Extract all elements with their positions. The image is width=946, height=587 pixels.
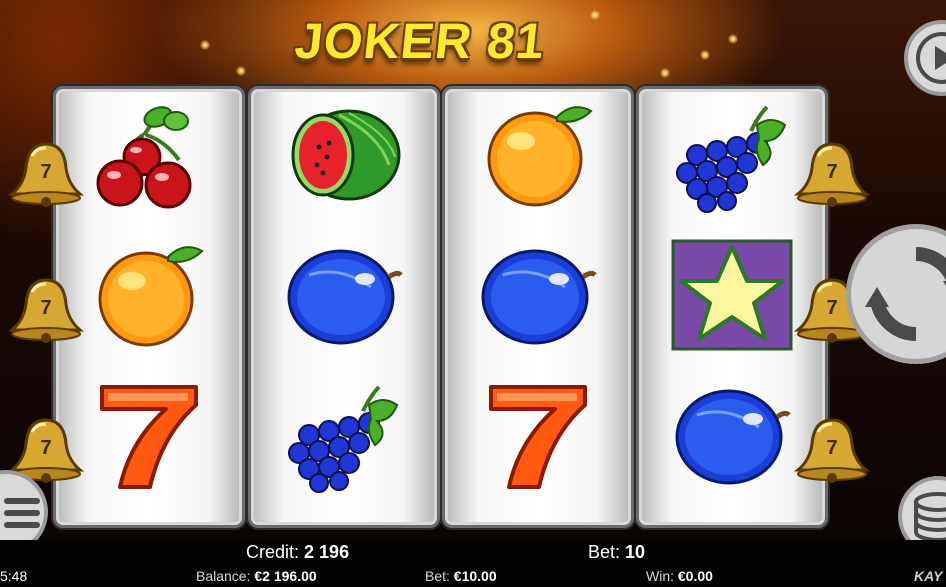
seven-icon (100, 385, 198, 489)
bell-label: 7 (826, 161, 837, 183)
plum-symbol (251, 230, 437, 360)
balance-label: Balance: (196, 568, 251, 584)
bell-marker-left-2: 7 (6, 274, 86, 344)
spin-icon (865, 247, 946, 341)
sparkle (200, 40, 210, 50)
menu-icon (4, 498, 40, 528)
bell-marker-right-3: 7 (792, 414, 872, 484)
bet-money-label: Bet: (425, 568, 450, 584)
credit-value: 2 196 (304, 542, 350, 562)
credit-label: Credit: (246, 542, 300, 562)
orange-icon (98, 246, 204, 347)
grapes-icon (676, 105, 787, 213)
star-icon (671, 239, 793, 351)
bet-label: Bet: (588, 542, 621, 562)
balance-value: €2 196.00 (254, 568, 317, 584)
bell-label: 7 (40, 161, 51, 183)
bell-label: 7 (826, 297, 837, 319)
sparkle (590, 10, 600, 20)
sparkle (236, 66, 246, 76)
grapes-icon (288, 385, 399, 493)
bell-label: 7 (40, 437, 51, 459)
orange-symbol (445, 90, 631, 220)
clock: 5:48 (0, 568, 28, 584)
bell-icon: 7 (793, 142, 871, 207)
watermelon-symbol (251, 90, 437, 220)
bell-marker-left-1: 7 (6, 138, 86, 208)
bell-icon: 7 (7, 278, 85, 343)
plum-icon (675, 389, 791, 485)
play-button[interactable] (904, 20, 946, 96)
brand-logo: KAY (914, 568, 943, 584)
credit-display: Credit: 2 196 (246, 542, 349, 563)
sparkle (660, 68, 670, 78)
seven-icon (489, 385, 587, 489)
orange-icon (487, 106, 593, 207)
plum-icon (481, 249, 597, 345)
bell-label: 7 (40, 297, 51, 319)
play-icon (916, 32, 946, 84)
grapes-symbol (251, 370, 437, 500)
plum-symbol (445, 230, 631, 360)
bet-value: 10 (625, 542, 646, 562)
plum-icon (287, 249, 403, 345)
win-label: Win: (646, 568, 674, 584)
balance-display: Balance: €2 196.00 (196, 568, 317, 584)
sparkle (700, 50, 710, 60)
bet-display: Bet: 10 (588, 542, 645, 563)
spin-button[interactable] (846, 224, 946, 364)
seven-symbol (445, 370, 631, 500)
bell-icon: 7 (7, 142, 85, 207)
win-display: Win: €0.00 (646, 568, 713, 584)
watermelon-icon (291, 109, 401, 201)
bell-marker-right-1: 7 (792, 138, 872, 208)
win-value: €0.00 (677, 568, 713, 584)
sparkle (728, 34, 738, 44)
bet-money-display: Bet: €10.00 (425, 568, 497, 584)
cherries-icon (96, 105, 192, 209)
bell-label: 7 (826, 437, 837, 459)
game-title: JOKER 81 (292, 13, 548, 69)
bell-icon: 7 (793, 418, 871, 483)
bet-money-value: €10.00 (453, 568, 497, 584)
